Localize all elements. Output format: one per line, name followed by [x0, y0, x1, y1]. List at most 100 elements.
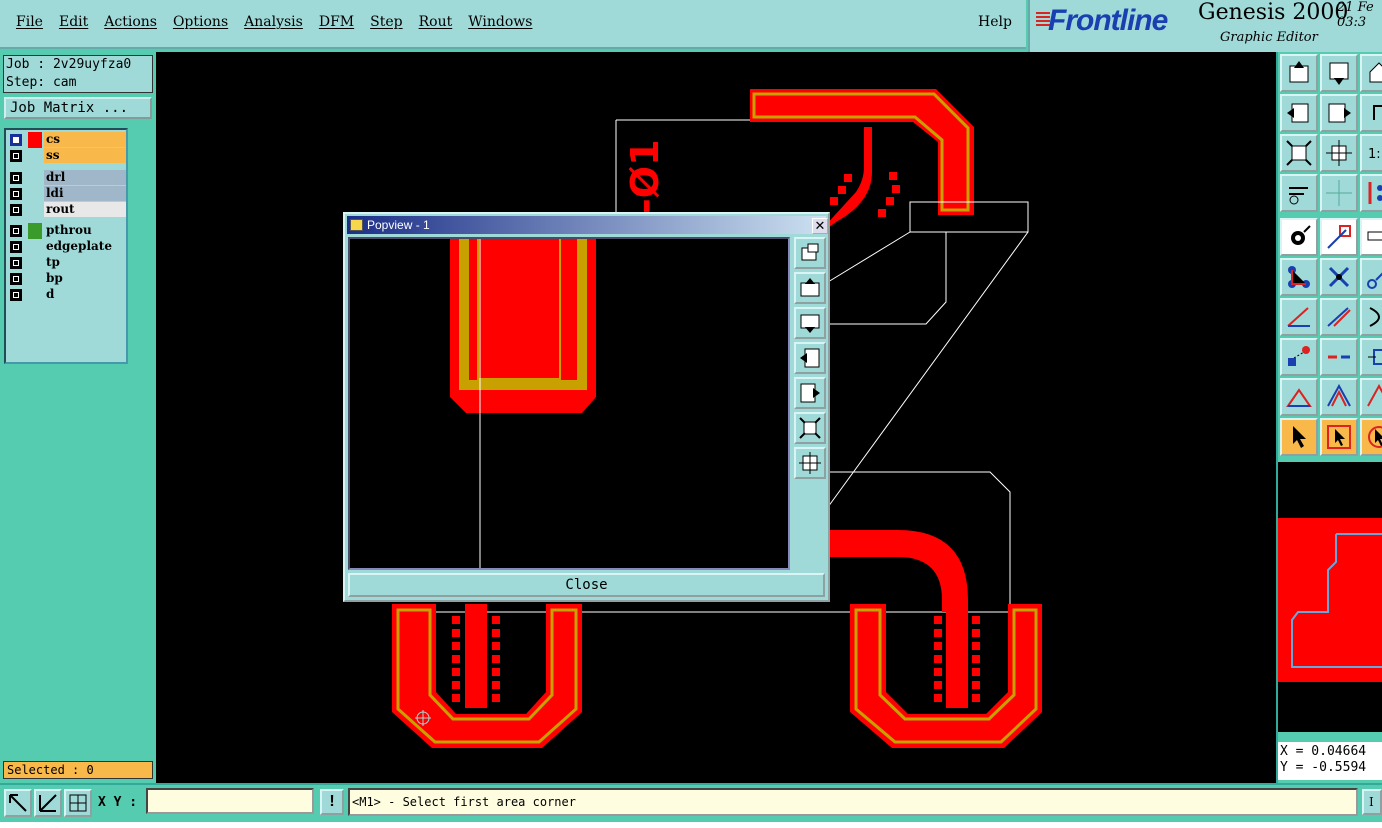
menu-analysis[interactable]: Analysis [244, 14, 303, 30]
scale-1-1-icon[interactable]: 1:1 [1360, 134, 1382, 172]
popview-pan-down-button[interactable] [794, 307, 826, 339]
layer-checkbox[interactable] [10, 134, 22, 146]
popview-pan-up-button[interactable] [794, 272, 826, 304]
footer-strip [0, 822, 1382, 828]
popview-titlebar[interactable]: Popview - 1 ✕ [347, 216, 828, 234]
home-icon[interactable] [1360, 54, 1382, 92]
titlebar-close-button[interactable]: ✕ [812, 218, 828, 234]
view-left-icon[interactable] [1280, 94, 1318, 132]
menu-windows[interactable]: Windows [468, 14, 532, 30]
layer-checkbox[interactable] [10, 273, 22, 285]
menu-options[interactable]: Options [173, 14, 228, 30]
connect-nodes-icon[interactable] [1280, 258, 1318, 296]
layer-row-bp[interactable]: bp [8, 271, 126, 287]
svg-text:1:1: 1:1 [1368, 147, 1382, 162]
menu-edit[interactable]: Edit [59, 14, 88, 30]
layer-checkbox[interactable] [10, 241, 22, 253]
measure-icon[interactable] [1280, 174, 1318, 212]
layer-row-tp[interactable]: tp [8, 255, 126, 271]
product-name: Genesis 2000 [1198, 0, 1349, 25]
layer-checkbox[interactable] [10, 225, 22, 237]
draw-angle-icon[interactable] [1280, 298, 1318, 336]
menu-step[interactable]: Step [370, 14, 402, 30]
popview-pan-left-button[interactable] [794, 342, 826, 374]
step-name: Step: cam [6, 75, 77, 90]
menu-dfm[interactable]: DFM [319, 14, 354, 30]
coordinate-readout: X = 0.04664 Y = -0.5594 [1278, 742, 1382, 780]
grid-icon[interactable] [1320, 174, 1358, 212]
snap-angle-icon[interactable] [34, 789, 62, 817]
select-box-icon[interactable] [1320, 418, 1358, 456]
layer-checkbox[interactable] [10, 188, 22, 200]
xy-input[interactable] [146, 788, 314, 814]
layer-name: tp [46, 255, 60, 269]
layer-row-cs[interactable]: cs [8, 132, 126, 148]
menu-rout[interactable]: Rout [419, 14, 453, 30]
product-subtitle: Graphic Editor [1220, 30, 1318, 45]
layer-name: cs [44, 132, 126, 147]
layer-row-drl[interactable]: drl [8, 170, 126, 186]
popview-title: Popview - 1 [367, 218, 430, 232]
select-arrow-icon[interactable] [1280, 418, 1318, 456]
stretch-icon[interactable] [1360, 338, 1382, 376]
view-bottom-icon[interactable] [1320, 54, 1358, 92]
layer-row-rout[interactable]: rout [8, 202, 126, 218]
zoom-icon[interactable] [1320, 134, 1358, 172]
popview-viewport[interactable] [348, 237, 790, 570]
ruler-icon[interactable] [1360, 218, 1382, 256]
job-matrix-button[interactable]: Job Matrix ... [4, 97, 152, 119]
snap-icon[interactable] [1360, 174, 1382, 212]
delete-node-icon[interactable] [1320, 258, 1358, 296]
popview-fit-button[interactable] [794, 412, 826, 444]
layer-row-ldi[interactable]: ldi [8, 186, 126, 202]
layer-checkbox[interactable] [10, 172, 22, 184]
arc-icon[interactable] [1360, 298, 1382, 336]
triangle-point-icon[interactable] [1360, 378, 1382, 416]
popview-zoom-button[interactable] [794, 237, 826, 269]
snap-grid-toggle-icon[interactable] [64, 789, 92, 817]
popview-dialog[interactable]: Popview - 1 ✕ Close [343, 212, 830, 602]
layer-checkbox[interactable] [10, 289, 22, 301]
info-button[interactable]: I [1362, 789, 1382, 815]
layer-checkbox[interactable] [10, 204, 22, 216]
move-node-icon[interactable] [1360, 258, 1382, 296]
layer-color-swatch [28, 223, 42, 239]
layer-row-edgeplate[interactable]: edgeplate [8, 239, 126, 255]
undo-view-icon[interactable] [1360, 94, 1382, 132]
layer-name: bp [46, 271, 63, 285]
layer-name: d [46, 287, 55, 301]
overview-preview[interactable] [1278, 462, 1382, 732]
view-top-icon[interactable] [1280, 54, 1318, 92]
select-polygon-icon[interactable] [1360, 418, 1382, 456]
menu-actions[interactable]: Actions [104, 14, 157, 30]
alert-button[interactable]: ! [320, 789, 344, 815]
menu-help[interactable]: Help [978, 14, 1012, 30]
menu-bar: File Edit Actions Options Analysis DFM S… [0, 0, 1026, 49]
snap-to-grid-icon[interactable] [4, 789, 32, 817]
layer-checkbox[interactable] [10, 257, 22, 269]
draw-diagonal-icon[interactable] [1320, 298, 1358, 336]
layer-row-ss[interactable]: ss [8, 148, 126, 164]
view-right-icon[interactable] [1320, 94, 1358, 132]
add-line-icon[interactable] [1320, 218, 1358, 256]
layer-name: ldi [44, 186, 126, 201]
add-pad-icon[interactable] [1280, 218, 1318, 256]
layer-row-d[interactable]: d [8, 287, 126, 303]
layer-row-pthrou[interactable]: pthrou [8, 223, 126, 239]
add-via-icon[interactable] [1280, 338, 1318, 376]
menu-file[interactable]: File [16, 14, 43, 30]
split-line-icon[interactable] [1320, 338, 1358, 376]
popview-close-button[interactable]: Close [348, 573, 825, 597]
popview-pan-right-button[interactable] [794, 377, 826, 409]
triangle-select-icon[interactable] [1280, 378, 1318, 416]
layer-group-2: drl ldi rout [8, 170, 126, 218]
triangle-edit-icon[interactable] [1320, 378, 1358, 416]
copper-arc-bottom [828, 530, 968, 612]
y-coordinate: Y = -0.5594 [1280, 760, 1367, 775]
layer-list: cs ss drl ldi rout pthrou edgeplate tp b… [4, 128, 128, 364]
tool-panel: 1:1 X = 0.04664 Y = -0.5594 [1276, 52, 1382, 783]
layer-color-swatch [28, 132, 42, 148]
layer-checkbox[interactable] [10, 150, 22, 162]
fit-all-icon[interactable] [1280, 134, 1318, 172]
popview-zoom-out-button[interactable] [794, 447, 826, 479]
